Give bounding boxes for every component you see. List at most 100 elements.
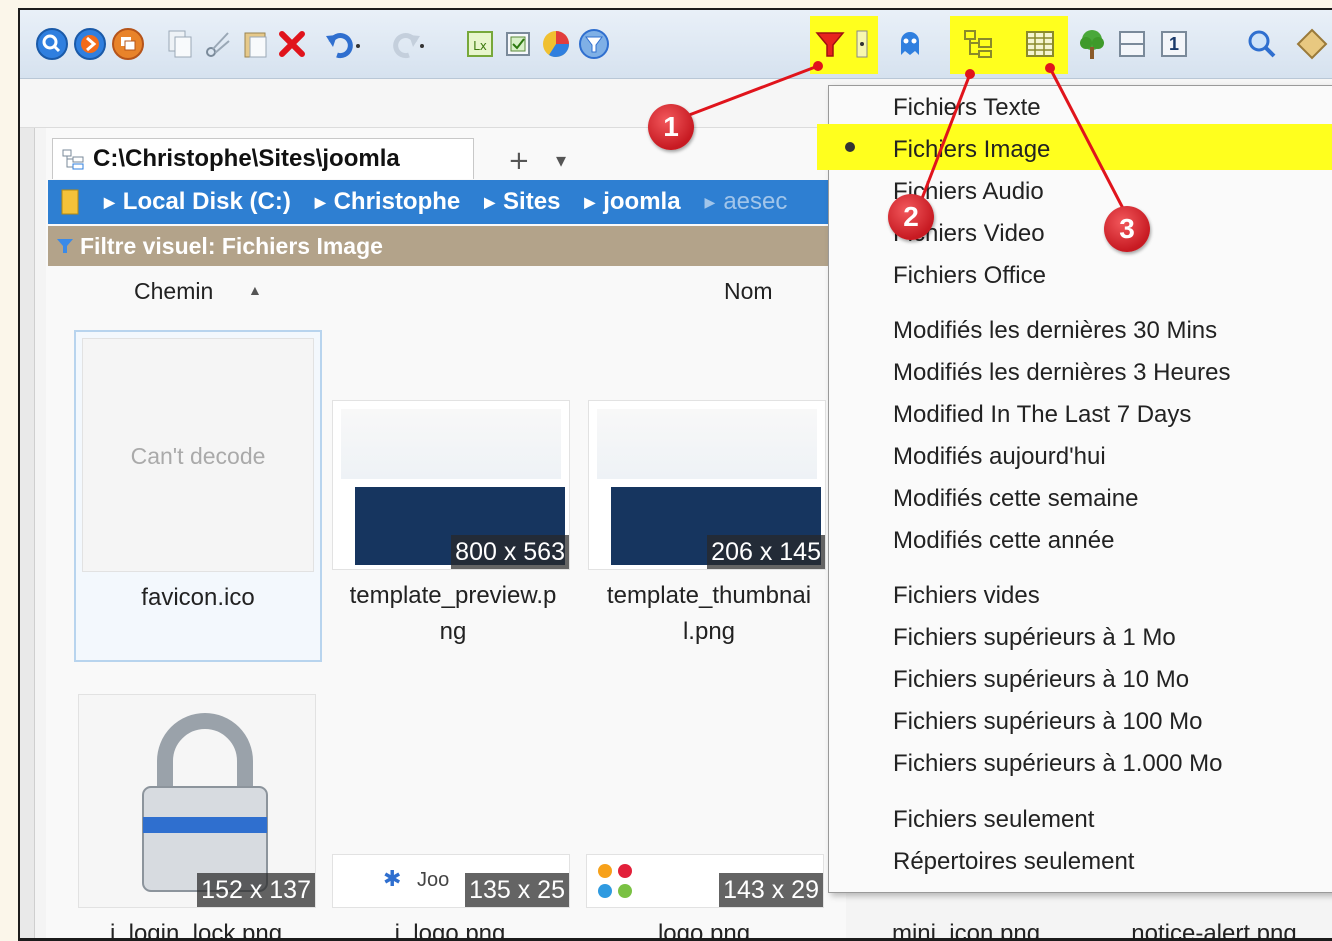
- chevron-right-icon: ▶: [704, 193, 716, 210]
- folder-icon: [60, 188, 80, 216]
- tab-path: C:\Christophe\Sites\joomla: [93, 145, 400, 172]
- file-name-notice-alert[interactable]: notice-alert.png: [1084, 916, 1332, 938]
- breadcrumb-item-aesec[interactable]: ▶ aesec: [691, 188, 788, 216]
- file-item-template-preview[interactable]: 800 x 563 template_preview.p ng: [330, 330, 576, 658]
- cant-decode-text: Can't decode: [130, 443, 266, 469]
- menu-item-fichiers-seulement[interactable]: Fichiers seulement: [893, 802, 1094, 838]
- file-item-favicon[interactable]: Can't decode favicon.ico: [74, 330, 322, 662]
- forward-icon[interactable]: [70, 24, 110, 64]
- menu-item-fichiers-texte[interactable]: Fichiers Texte: [893, 90, 1041, 126]
- tab-menu-button[interactable]: ▾: [556, 148, 566, 172]
- tab-joomla[interactable]: C:\Christophe\Sites\joomla: [52, 138, 474, 179]
- file-name: template_thumbnai: [606, 582, 812, 609]
- redo-dropdown-icon[interactable]: [412, 24, 432, 64]
- file-name-continued: l.png: [682, 618, 736, 645]
- number-one-label: 1: [1168, 33, 1179, 54]
- pie-icon[interactable]: [536, 24, 576, 64]
- column-headers: Chemin ▲ Nom: [48, 270, 838, 314]
- menu-item-fichiers-office[interactable]: Fichiers Office: [893, 258, 1046, 294]
- menu-item-sup-100-mo[interactable]: Fichiers supérieurs à 100 Mo: [893, 704, 1202, 740]
- label-icon[interactable]: Lx: [460, 24, 500, 64]
- column-path-header[interactable]: Chemin: [134, 278, 213, 305]
- file-name: i_login_lock.png: [109, 920, 283, 941]
- menu-item-fichiers-image[interactable]: Fichiers Image: [893, 132, 1050, 168]
- image-dimensions: 135 x 25: [465, 873, 569, 907]
- left-pane-edge: [20, 128, 35, 938]
- image-dimensions: 152 x 137: [197, 873, 315, 907]
- file-name: i_logo.png: [394, 920, 506, 941]
- file-item-template-thumbnail[interactable]: 206 x 145 template_thumbnai l.png: [586, 330, 832, 658]
- filter-icon[interactable]: [810, 24, 850, 64]
- filter-small-icon: [56, 237, 74, 255]
- chevron-right-icon: ▶: [104, 193, 115, 210]
- undo-dropdown-icon[interactable]: [348, 24, 368, 64]
- image-dimensions: 206 x 145: [707, 535, 825, 569]
- menu-item-modifies-30-mins[interactable]: Modifiés les dernières 30 Mins: [893, 313, 1217, 349]
- chevron-right-icon: ▶: [484, 193, 496, 210]
- thumbnail: 800 x 563: [332, 400, 570, 570]
- breadcrumb-item-joomla[interactable]: ▶ joomla: [570, 188, 680, 216]
- menu-item-sup-1000-mo[interactable]: Fichiers supérieurs à 1.000 Mo: [893, 746, 1222, 782]
- breadcrumb-item-sites[interactable]: ▶ Sites: [470, 188, 560, 216]
- sort-ascending-icon: ▲: [248, 282, 262, 298]
- copy-icon[interactable]: [160, 24, 200, 64]
- app-window: Lx 1 C:\Christophe\Sites\joomla + ▾ ▶ Loc…: [18, 8, 1332, 941]
- annotation-marker-1: 1: [648, 104, 694, 150]
- number-one-icon[interactable]: 1: [1154, 24, 1194, 64]
- menu-item-sup-10-mo[interactable]: Fichiers supérieurs à 10 Mo: [893, 662, 1189, 698]
- column-name-header[interactable]: Nom: [724, 278, 773, 305]
- breadcrumb: ▶ Local Disk (C:) ▶ Christophe ▶ Sites ▶ joo…: [48, 180, 838, 224]
- visual-filter-label: Filtre visuel: Fichiers Image: [80, 232, 383, 259]
- visual-filter-bar[interactable]: Filtre visuel: Fichiers Image: [48, 226, 838, 266]
- menu-item-modifies-aujourdhui[interactable]: Modifiés aujourd'hui: [893, 439, 1106, 475]
- menu-item-repertoires-seulement[interactable]: Répertoires seulement: [893, 844, 1134, 880]
- logo-text: Joo: [417, 869, 450, 891]
- screenshot-preview: [341, 409, 561, 479]
- file-item-login-lock[interactable]: 152 x 137 i_login_lock.png: [78, 694, 318, 941]
- file-item-logo[interactable]: 143 x 29 logo.png: [586, 694, 826, 941]
- chevron-right-icon: ▶: [584, 193, 596, 210]
- filter-circle-icon[interactable]: [574, 24, 614, 64]
- svg-text:Lx: Lx: [473, 39, 487, 53]
- back-icon[interactable]: [32, 24, 72, 64]
- thumbnail: 152 x 137: [78, 694, 316, 908]
- checkbox-icon[interactable]: [498, 24, 538, 64]
- search-icon[interactable]: [1242, 24, 1282, 64]
- tree-icon[interactable]: [1072, 24, 1112, 64]
- joomla-logo-icon: ✱: [383, 867, 402, 892]
- screenshot-preview: [597, 409, 817, 479]
- menu-item-modified-7-days[interactable]: Modified In The Last 7 Days: [893, 397, 1191, 433]
- file-name-mini-icon[interactable]: mini_icon.png: [846, 916, 1086, 938]
- file-name: template_preview.p: [349, 582, 557, 609]
- dropdown-arrow-icon[interactable]: [848, 24, 876, 64]
- joomla-logo-icon: [598, 864, 632, 898]
- tree-view-icon[interactable]: [958, 24, 998, 64]
- file-pane: C:\Christophe\Sites\joomla + ▾ ▶ Local Di…: [46, 128, 1040, 941]
- ghost-icon[interactable]: [890, 24, 930, 64]
- menu-item-sup-1-mo[interactable]: Fichiers supérieurs à 1 Mo: [893, 620, 1176, 656]
- breadcrumb-item-local-disk[interactable]: ▶ Local Disk (C:): [90, 188, 291, 216]
- window-icon[interactable]: [108, 24, 148, 64]
- menu-item-fichiers-vides[interactable]: Fichiers vides: [893, 578, 1040, 614]
- menu-item-modifies-3-heures[interactable]: Modifiés les dernières 3 Heures: [893, 355, 1231, 391]
- chevron-right-icon: ▶: [314, 193, 326, 210]
- delete-icon[interactable]: [272, 24, 312, 64]
- toolbar: Lx 1: [20, 10, 1332, 79]
- file-item-i-logo[interactable]: ✱ Joo 135 x 25 i_logo.png: [332, 694, 572, 941]
- tag-icon[interactable]: [1292, 24, 1332, 64]
- folder-tree-icon: [61, 147, 85, 171]
- thumbnail: ✱ Joo 135 x 25: [332, 854, 570, 908]
- new-tab-button[interactable]: +: [508, 146, 530, 176]
- thumbnail: 206 x 145: [588, 400, 826, 570]
- padlock-icon: [142, 713, 268, 892]
- menu-item-modifies-annee[interactable]: Modifiés cette année: [893, 523, 1114, 559]
- menu-item-modifies-semaine[interactable]: Modifiés cette semaine: [893, 481, 1138, 517]
- cut-icon[interactable]: [198, 24, 238, 64]
- annotation-marker-2: 2: [888, 194, 934, 240]
- breadcrumb-item-christophe[interactable]: ▶ Christophe: [301, 188, 460, 216]
- paste-icon[interactable]: [236, 24, 276, 64]
- panes-icon[interactable]: [1112, 24, 1152, 64]
- image-dimensions: 800 x 563: [451, 535, 569, 569]
- file-name: logo.png: [657, 920, 751, 941]
- grid-view-icon[interactable]: [1020, 24, 1060, 64]
